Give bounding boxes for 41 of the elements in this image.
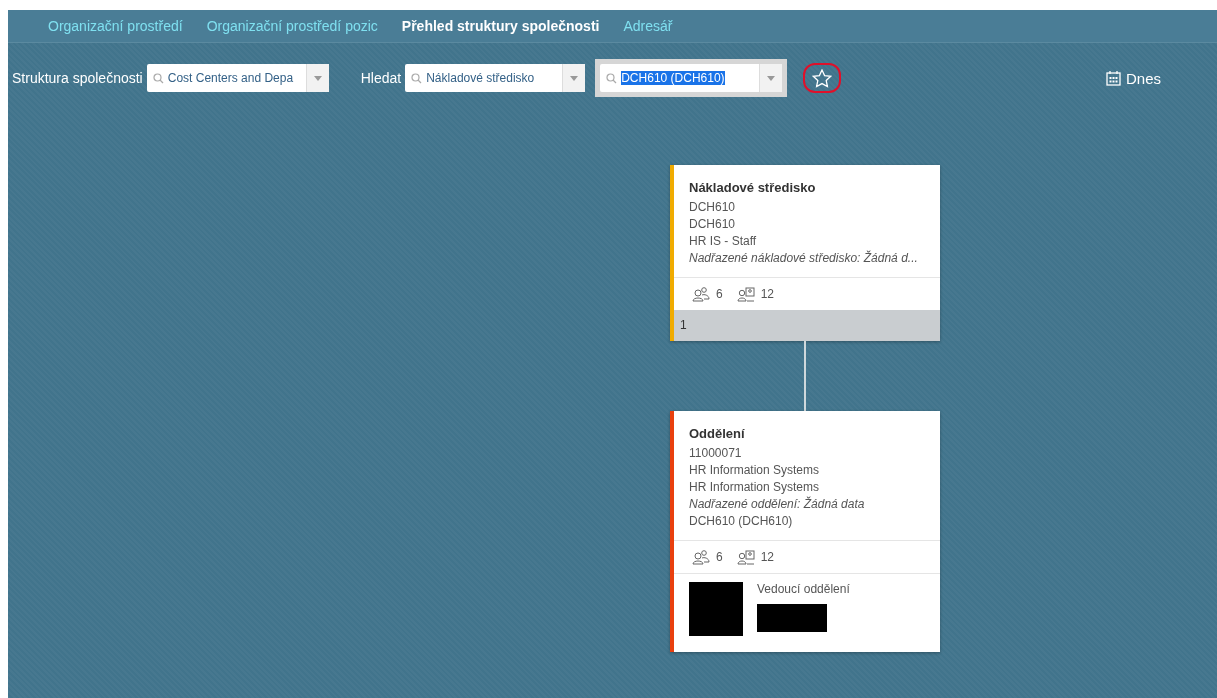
node-detail: Nadřazené oddělení: Žádná data (689, 496, 866, 513)
tab[interactable]: Adresář (623, 18, 673, 34)
tab[interactable]: Organizační prostředí (48, 18, 183, 34)
star-icon (812, 68, 833, 88)
node-detail: Nadřazené nákladové středisko: Žádná d... (689, 250, 919, 267)
combo-box[interactable]: DCH610 (DCH610) (600, 64, 783, 92)
calendar-icon (1105, 70, 1121, 86)
combo-box[interactable]: Cost Centers and Depa (146, 64, 329, 92)
org-chart-icon (736, 549, 755, 565)
position-count: 12 (760, 550, 775, 564)
employee-count: 6 (716, 287, 723, 301)
manager-label: Vedoucí oddělení (757, 582, 850, 596)
node-detail: DCH610 (DCH610) (689, 513, 794, 530)
people-icon (692, 549, 710, 565)
field-label: Hledat (360, 70, 402, 86)
node-detail: DCH610 (689, 216, 737, 233)
position-count: 12 (760, 287, 775, 301)
child-count-bar: 1 (674, 310, 940, 341)
tab[interactable]: Přehled struktury společnosti (401, 18, 600, 34)
combo-box[interactable]: Nákladové středisko (405, 64, 586, 92)
tab[interactable]: Organizační prostředí pozic (206, 18, 378, 34)
people-icon (692, 286, 710, 302)
search-icon (411, 72, 423, 84)
node-title: Nákladové středisko (689, 180, 817, 195)
node-detail: HR Information Systems (689, 479, 821, 496)
caret-icon (313, 75, 322, 81)
org-chart-icon (736, 286, 755, 302)
node-title: Oddělení (689, 426, 746, 441)
node-detail: 11000071 (689, 445, 743, 462)
node-detail: HR IS - Staff (689, 233, 758, 250)
search-icon (606, 72, 618, 84)
employee-count: 6 (716, 550, 723, 564)
redaction-block (757, 604, 827, 632)
node-detail: DCH610 (689, 199, 737, 216)
favorite-button[interactable] (803, 63, 842, 93)
field-label: Struktura společnosti (12, 70, 143, 86)
caret-icon (570, 75, 579, 81)
caret-icon (767, 75, 776, 81)
today-button[interactable]: Dnes (1099, 68, 1167, 88)
node-detail: HR Information Systems (689, 462, 821, 479)
search-icon (152, 72, 164, 84)
